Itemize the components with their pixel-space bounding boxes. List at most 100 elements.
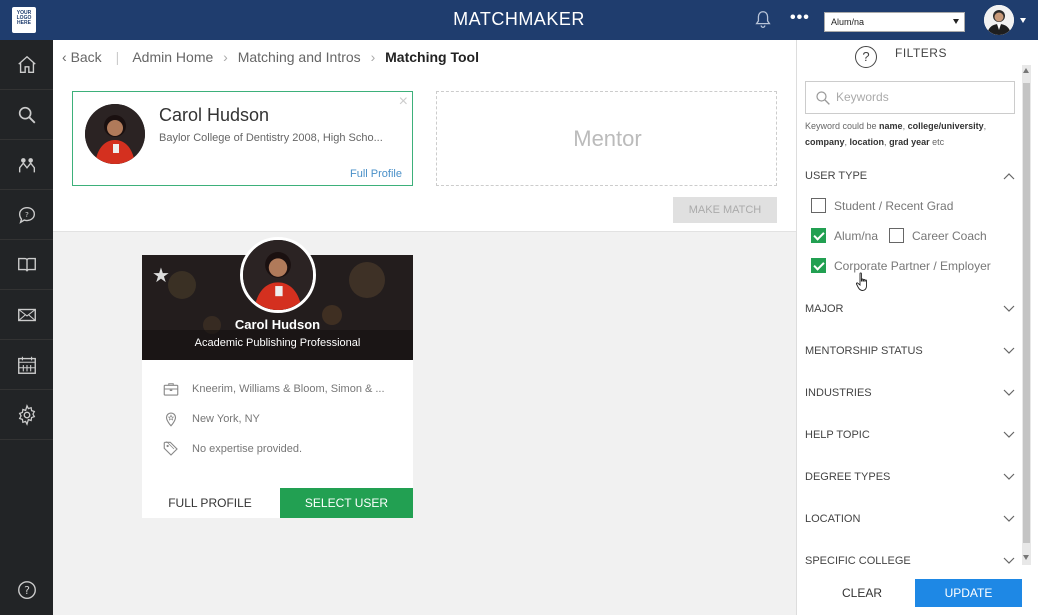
chevron-down-icon[interactable]	[1003, 515, 1015, 523]
role-select-value: Alum/na	[831, 17, 865, 27]
card-hero-banner: ★ Carol Hudson Academic Publishing Profe…	[142, 237, 413, 360]
filters-panel: ? FILTERS Keywords Keyword could be name…	[796, 40, 1038, 615]
chevron-down-icon[interactable]	[1003, 305, 1015, 313]
avatar-caret-icon[interactable]	[1020, 18, 1026, 23]
tag-icon	[163, 441, 178, 456]
checkbox-career-coach[interactable]	[889, 228, 904, 243]
bell-icon[interactable]	[752, 9, 774, 31]
card-company: Kneerim, Williams & Bloom, Simon & ...	[192, 383, 385, 395]
sidebar-nav: ? ?	[0, 40, 53, 615]
briefcase-icon	[163, 383, 179, 396]
chevron-down-icon[interactable]	[1003, 557, 1015, 565]
mentee-name: Carol Hudson	[159, 105, 270, 125]
chevron-right-icon: ›	[223, 49, 228, 65]
card-expertise-row: No expertise provided.	[162, 440, 302, 458]
chevron-down-icon[interactable]	[1003, 431, 1015, 439]
full-profile-button[interactable]: FULL PROFILE	[142, 488, 278, 518]
chevron-down-icon[interactable]	[1003, 347, 1015, 355]
chevron-right-icon: ›	[370, 49, 376, 65]
help-circle-icon[interactable]: ?	[855, 46, 877, 68]
card-name: Carol Hudson	[234, 317, 321, 332]
scroll-up-icon[interactable]	[1023, 68, 1029, 73]
sidebar-item-help[interactable]: ?	[0, 565, 53, 615]
role-select[interactable]: Alum/na	[824, 12, 965, 32]
book-icon	[17, 257, 36, 271]
scrollbar-thumb[interactable]	[1023, 83, 1030, 543]
sidebar-item-calendar[interactable]	[0, 340, 53, 390]
user-type-option-alumna[interactable]: Alum/na	[811, 228, 878, 243]
search-icon	[816, 91, 830, 105]
calendar-icon	[17, 356, 36, 374]
top-bar: YOUR LOGO HERE MATCHMAKER ••• Alum/na	[0, 0, 1038, 40]
filter-section-location[interactable]: LOCATION	[805, 513, 1015, 525]
keyword-hint: Keyword could be name, college/universit…	[805, 121, 987, 147]
caret-down-icon	[953, 19, 959, 24]
scroll-down-icon[interactable]	[1023, 555, 1029, 560]
checkbox-alumna[interactable]	[811, 228, 826, 243]
more-menu-icon[interactable]: •••	[790, 9, 810, 27]
filter-section-user-type[interactable]: USER TYPE	[805, 170, 1015, 182]
filter-section-industries[interactable]: INDUSTRIES	[805, 387, 1015, 399]
sidebar-item-home[interactable]	[0, 40, 53, 90]
breadcrumb: ‹ Back | Admin Home › Matching and Intro…	[62, 49, 479, 65]
card-avatar	[240, 237, 316, 313]
breadcrumb-current: Matching Tool	[385, 49, 479, 65]
user-type-option-career-coach[interactable]: Career Coach	[889, 228, 987, 243]
sidebar-item-mail[interactable]	[0, 290, 53, 340]
svg-text:?: ?	[25, 209, 29, 218]
make-match-button[interactable]: MAKE MATCH	[673, 197, 777, 223]
favorite-star-icon[interactable]: ★	[152, 263, 170, 288]
gear-icon	[18, 403, 35, 426]
card-title: Academic Publishing Professional	[194, 337, 361, 349]
user-type-option-student[interactable]: Student / Recent Grad	[811, 198, 953, 213]
filter-section-help-topic[interactable]: HELP TOPIC	[805, 429, 1015, 441]
update-button[interactable]: UPDATE	[915, 579, 1022, 607]
people-icon	[18, 157, 35, 172]
breadcrumb-admin-home[interactable]: Admin Home	[132, 49, 213, 65]
keyword-placeholder: Keywords	[836, 90, 889, 104]
clear-filters-button[interactable]: CLEAR FILTERS	[817, 579, 907, 615]
mail-icon	[17, 308, 36, 321]
card-location-row: New York, NY	[162, 410, 260, 428]
home-icon	[17, 55, 36, 73]
location-pin-icon	[165, 412, 177, 427]
card-location: New York, NY	[192, 413, 260, 425]
user-type-option-corporate-partner[interactable]: Corporate Partner / Employer	[811, 258, 991, 273]
mentee-full-profile-link[interactable]: Full Profile	[350, 168, 402, 180]
select-user-button[interactable]: SELECT USER	[280, 488, 413, 518]
hand-cursor-icon	[856, 272, 867, 291]
chevron-up-icon[interactable]	[1003, 172, 1015, 180]
filter-section-degree-types[interactable]: DEGREE TYPES	[805, 471, 1015, 483]
breadcrumb-matching-intros[interactable]: Matching and Intros	[238, 49, 361, 65]
chevron-down-icon[interactable]	[1003, 389, 1015, 397]
sidebar-item-search[interactable]	[0, 90, 53, 140]
filter-section-major[interactable]: MAJOR	[805, 303, 1015, 315]
sidebar-item-messages[interactable]: ?	[0, 190, 53, 240]
chat-icon: ?	[18, 206, 35, 224]
selected-mentee-slot: Carol Hudson Baylor College of Dentistry…	[72, 91, 413, 186]
keyword-search-input[interactable]: Keywords	[805, 81, 1015, 114]
svg-text:?: ?	[24, 584, 30, 597]
user-avatar[interactable]	[984, 5, 1014, 35]
back-link[interactable]: ‹ Back	[62, 49, 102, 65]
sidebar-item-library[interactable]	[0, 240, 53, 290]
filter-section-specific-college[interactable]: SPECIFIC COLLEGE	[805, 555, 1015, 567]
close-icon[interactable]: ×	[399, 93, 408, 111]
checkbox-student[interactable]	[811, 198, 826, 213]
help-icon: ?	[17, 581, 36, 599]
mentee-avatar	[85, 104, 145, 164]
search-icon	[18, 106, 35, 123]
chevron-down-icon[interactable]	[1003, 473, 1015, 481]
user-card: ★ Carol Hudson Academic Publishing Profe…	[142, 237, 413, 518]
card-company-row: Kneerim, Williams & Bloom, Simon & ...	[162, 380, 385, 398]
breadcrumb-divider: |	[115, 49, 120, 65]
mentee-subtitle: Baylor College of Dentistry 2008, High S…	[159, 132, 383, 144]
checkbox-corporate-partner[interactable]	[811, 258, 826, 273]
sidebar-item-people[interactable]	[0, 140, 53, 190]
mentor-placeholder: Mentor	[573, 126, 642, 151]
sidebar-item-settings[interactable]	[0, 390, 53, 440]
filters-scrollbar[interactable]	[1022, 65, 1031, 565]
mentor-slot[interactable]: Mentor	[436, 91, 777, 186]
card-expertise: No expertise provided.	[192, 443, 303, 455]
filter-section-mentorship-status[interactable]: MENTORSHIP STATUS	[805, 345, 1015, 357]
